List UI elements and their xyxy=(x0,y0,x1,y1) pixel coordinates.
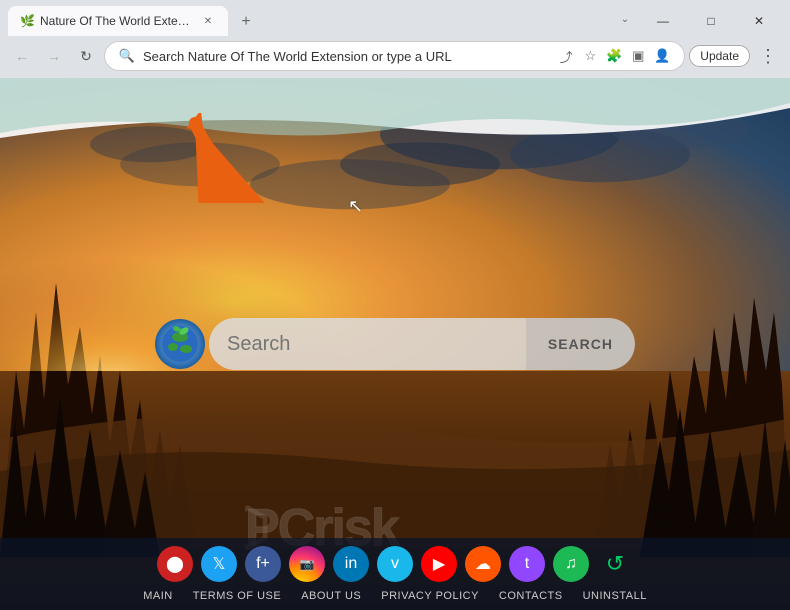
search-section: SEARCH xyxy=(155,318,635,370)
address-icons: ⤴ ☆ 🧩 ▣ 👤 xyxy=(556,47,672,66)
footer-link-main[interactable]: MAIN xyxy=(143,590,173,602)
social-icon-soundcloud[interactable]: ☁ xyxy=(465,546,501,582)
restore-button[interactable]: □ xyxy=(688,6,734,36)
address-bar[interactable]: 🔍 Search Nature Of The World Extension o… xyxy=(104,41,685,71)
search-input[interactable] xyxy=(209,318,526,370)
window-controls: ⌄ — □ ✕ xyxy=(612,6,782,36)
extensions-icon[interactable]: 🧩 xyxy=(604,48,624,64)
footer-links-row: MAIN TERMS OF USE ABOUT US PRIVACY POLIC… xyxy=(0,586,790,610)
share-icon[interactable]: ⤴ xyxy=(556,47,576,66)
social-icon-refresh[interactable]: ↺ xyxy=(597,546,633,582)
tab-title: Nature Of The World Extension xyxy=(40,14,194,28)
social-icon-vimeo[interactable]: v xyxy=(377,546,413,582)
header-wave xyxy=(0,78,790,158)
social-icon-home[interactable]: ⬤ xyxy=(157,546,193,582)
active-tab[interactable]: 🌿 Nature Of The World Extension ✕ xyxy=(8,6,228,36)
nav-bar: ← → ↻ 🔍 Search Nature Of The World Exten… xyxy=(0,36,790,78)
search-logo xyxy=(155,319,205,369)
back-button[interactable]: ← xyxy=(8,42,36,70)
footer-link-privacy[interactable]: PRIVACY POLICY xyxy=(381,590,479,602)
footer-link-contacts[interactable]: CONTACTS xyxy=(499,590,563,602)
footer-link-terms[interactable]: TERMS OF USE xyxy=(193,590,282,602)
tab-strip: 🌿 Nature Of The World Extension ✕ + xyxy=(8,6,612,36)
footer-bar: ⬤ 𝕏 f+ 📷 in v ▶ ☁ t ♫ ↺ xyxy=(0,538,790,610)
back-icon: ← xyxy=(15,48,29,64)
update-button[interactable]: Update xyxy=(689,45,750,67)
address-text: Search Nature Of The World Extension or … xyxy=(143,49,550,64)
browser-menu-button[interactable]: ⋮ xyxy=(754,42,782,70)
social-icon-instagram[interactable]: 📷 xyxy=(289,546,325,582)
profile-icon[interactable]: 👤 xyxy=(652,48,672,64)
social-icon-twitter[interactable]: 𝕏 xyxy=(201,546,237,582)
tab-favicon: 🌿 xyxy=(20,14,34,28)
new-tab-button[interactable]: + xyxy=(232,8,260,36)
minimize-button[interactable]: — xyxy=(640,6,686,36)
social-icon-twitch[interactable]: t xyxy=(509,546,545,582)
forward-button[interactable]: → xyxy=(40,42,68,70)
refresh-icon: ↻ xyxy=(80,48,92,65)
footer-link-about[interactable]: ABOUT US xyxy=(301,590,361,602)
page-content: ↖ SEARCH xyxy=(0,78,790,610)
close-button[interactable]: ✕ xyxy=(736,6,782,36)
social-icon-linkedin[interactable]: in xyxy=(333,546,369,582)
tab-strip-chevron[interactable]: ⌄ xyxy=(612,6,638,32)
social-icon-youtube[interactable]: ▶ xyxy=(421,546,457,582)
social-icon-spotify[interactable]: ♫ xyxy=(553,546,589,582)
title-bar: 🌿 Nature Of The World Extension ✕ + ⌄ — … xyxy=(0,0,790,36)
footer-link-uninstall[interactable]: UNINSTALL xyxy=(583,590,647,602)
new-tab-icon: + xyxy=(241,13,250,31)
tab-close-button[interactable]: ✕ xyxy=(200,13,216,29)
refresh-button[interactable]: ↻ xyxy=(72,42,100,70)
sidebar-icon[interactable]: ▣ xyxy=(628,48,648,64)
search-wrapper: SEARCH xyxy=(209,318,635,370)
browser-window: 🌿 Nature Of The World Extension ✕ + ⌄ — … xyxy=(0,0,790,610)
search-icon: 🔍 xyxy=(117,48,137,64)
social-icons-row: ⬤ 𝕏 f+ 📷 in v ▶ ☁ t ♫ ↺ xyxy=(0,538,790,586)
menu-icon: ⋮ xyxy=(759,46,777,67)
social-icon-facebook[interactable]: f+ xyxy=(245,546,281,582)
search-button[interactable]: SEARCH xyxy=(526,318,635,370)
forward-icon: → xyxy=(47,48,61,64)
bookmark-icon[interactable]: ☆ xyxy=(580,48,600,64)
